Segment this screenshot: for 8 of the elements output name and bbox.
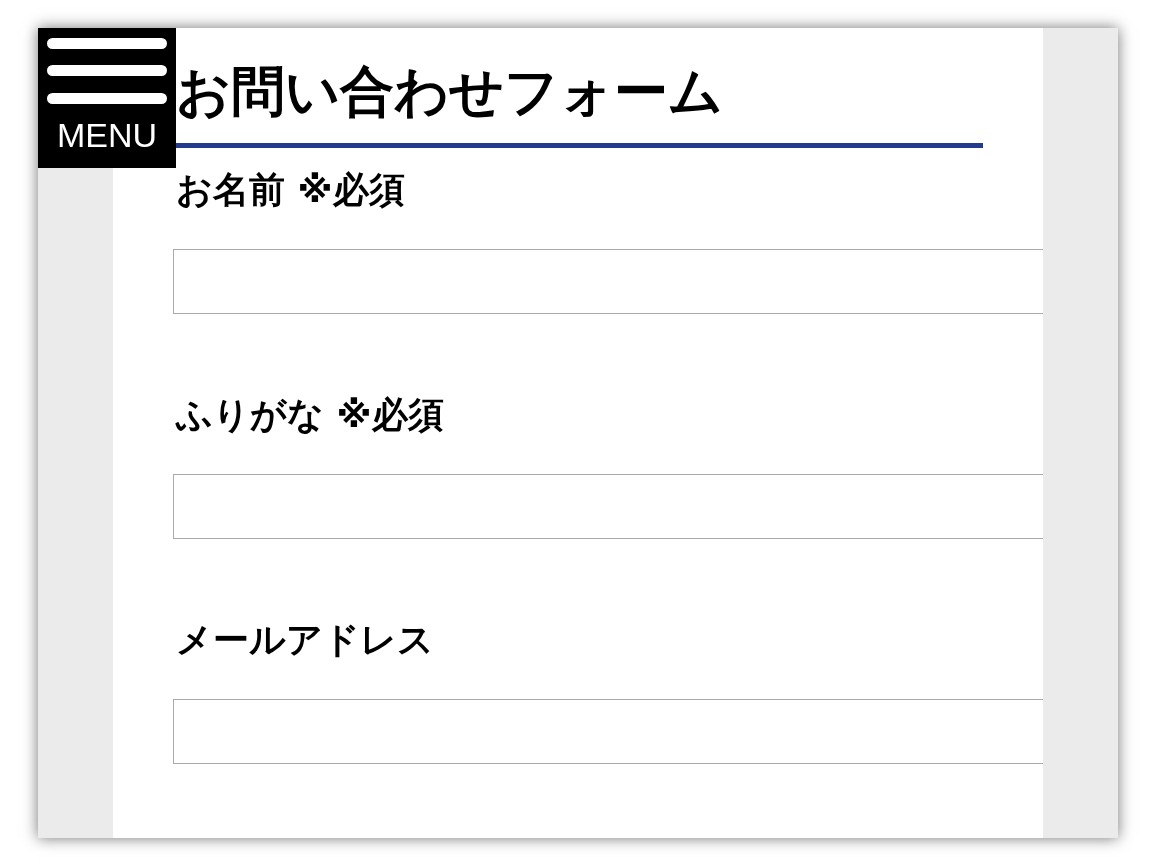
menu-button[interactable]: MENU <box>38 28 176 168</box>
field-label: お名前 ※必須 <box>176 167 406 212</box>
input-field[interactable] <box>173 248 1043 314</box>
input-field[interactable] <box>173 473 1043 539</box>
input-field[interactable] <box>173 698 1043 764</box>
field-label: メールアドレス <box>176 617 435 662</box>
field-label: ふりがな ※必須 <box>176 392 445 437</box>
menu-icon <box>47 38 167 106</box>
